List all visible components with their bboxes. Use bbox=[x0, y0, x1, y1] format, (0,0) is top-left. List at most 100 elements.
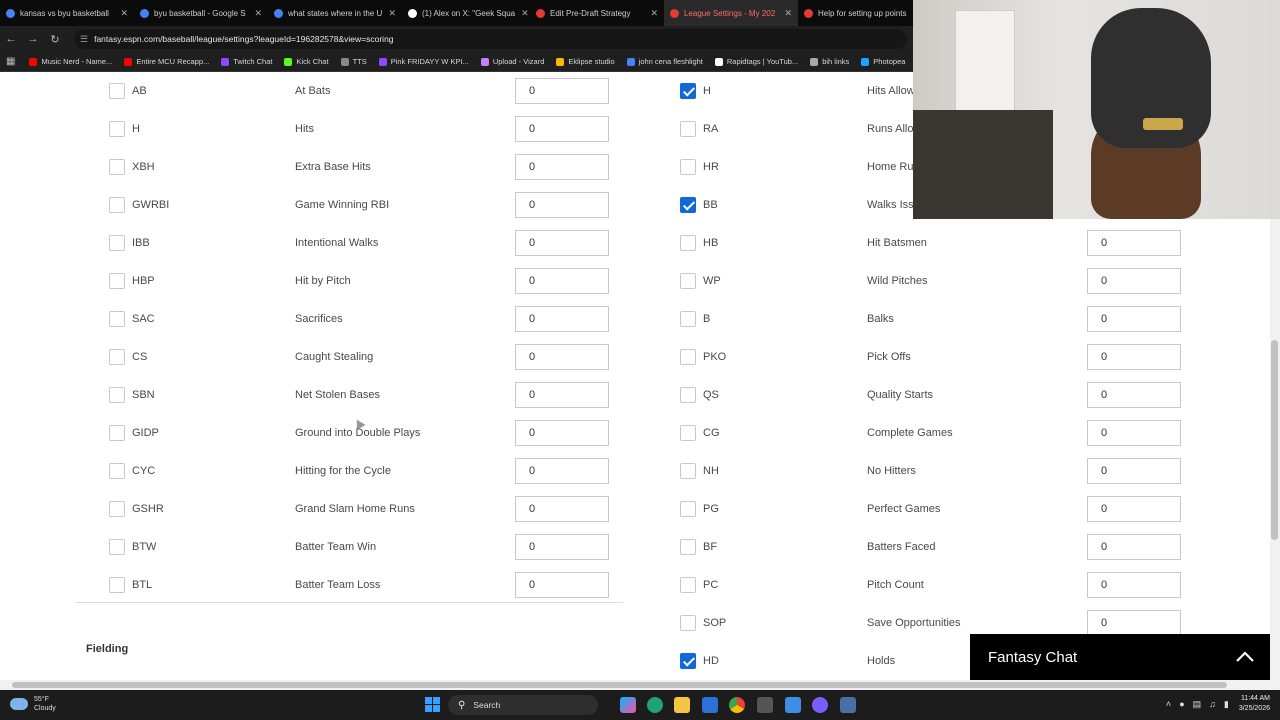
bookmark-item[interactable]: Upload - Vizard bbox=[480, 57, 545, 66]
stat-checkbox[interactable] bbox=[680, 121, 696, 137]
tab-close-icon[interactable]: ✕ bbox=[515, 8, 529, 19]
stat-name: Home Ru bbox=[867, 161, 914, 173]
store-icon[interactable] bbox=[702, 697, 718, 713]
edge-icon[interactable] bbox=[647, 697, 663, 713]
stat-checkbox[interactable] bbox=[680, 387, 696, 403]
monitor-icon[interactable] bbox=[840, 697, 856, 713]
points-input[interactable]: 0 bbox=[1087, 344, 1181, 370]
horizontal-scrollbar-thumb[interactable] bbox=[12, 682, 1227, 688]
stat-checkbox[interactable] bbox=[680, 349, 696, 365]
stat-checkbox[interactable] bbox=[680, 539, 696, 555]
network-icon[interactable]: ▤ bbox=[1193, 699, 1202, 710]
browser-tab[interactable]: Edit Pre-Draft Strategy ✕ bbox=[530, 0, 664, 26]
file-explorer-icon[interactable] bbox=[674, 697, 690, 713]
bookmarks-bar: ▦ Music Nerd - Name... Entire MCU Recapp.… bbox=[0, 52, 913, 72]
horizontal-scrollbar[interactable] bbox=[0, 680, 1280, 690]
stat-checkbox[interactable] bbox=[680, 159, 696, 175]
weather-temp: 55°F bbox=[34, 696, 49, 703]
points-input[interactable]: 0 bbox=[1087, 610, 1181, 636]
points-input[interactable]: 0 bbox=[1087, 230, 1181, 256]
clock-time: 11:44 AM bbox=[1240, 695, 1270, 702]
copilot-icon[interactable] bbox=[620, 697, 636, 713]
apps-icon[interactable]: ▦ bbox=[6, 56, 15, 67]
points-input[interactable]: 0 bbox=[1087, 382, 1181, 408]
stat-abbreviation: B bbox=[703, 313, 711, 325]
bookmark-item[interactable]: Eklipse studio bbox=[556, 57, 615, 66]
chrome-icon[interactable] bbox=[729, 697, 745, 713]
site-info-icon[interactable]: ☰ bbox=[80, 34, 88, 45]
browser-tab[interactable]: kansas vs byu basketball ✕ bbox=[0, 0, 134, 26]
bookmark-item[interactable]: Music Nerd - Name... bbox=[29, 57, 112, 66]
browser-tab[interactable]: Help for setting up points bbox=[798, 0, 913, 26]
tab-favicon-icon bbox=[274, 8, 283, 18]
chevron-up-icon[interactable] bbox=[1234, 646, 1256, 668]
tab-close-icon[interactable]: ✕ bbox=[644, 8, 658, 19]
browser-tab[interactable]: League Settings - My 202 ✕ bbox=[664, 0, 798, 26]
bookmark-item[interactable]: Entire MCU Recapp... bbox=[124, 57, 209, 66]
bookmark-label: Upload - Vizard bbox=[492, 57, 545, 66]
tab-close-icon[interactable]: ✕ bbox=[778, 8, 792, 19]
stat-checkbox[interactable] bbox=[680, 197, 696, 213]
stat-checkbox[interactable] bbox=[680, 577, 696, 593]
points-input[interactable]: 0 bbox=[1087, 534, 1181, 560]
bookmark-item[interactable]: Rapidtags | YouTub... bbox=[714, 57, 799, 66]
bookmark-favicon-icon bbox=[810, 57, 819, 66]
battery-icon[interactable]: ▮ bbox=[1224, 699, 1229, 710]
stat-abbreviation: PG bbox=[703, 503, 719, 515]
volume-icon[interactable]: ♫ bbox=[1209, 699, 1216, 709]
forward-icon[interactable]: → bbox=[22, 33, 44, 45]
bookmark-item[interactable]: Photopea bbox=[861, 57, 905, 66]
microphone-icon[interactable]: ● bbox=[1179, 699, 1184, 709]
bookmark-item[interactable]: Pink FRIDAYY W KPI... bbox=[378, 57, 469, 66]
fantasy-chat-bar[interactable]: Fantasy Chat bbox=[970, 634, 1270, 680]
url-field[interactable]: ☰ fantasy.espn.com/baseball/league/setti… bbox=[74, 29, 907, 49]
back-icon[interactable]: ← bbox=[0, 33, 22, 45]
tab-close-icon[interactable]: ✕ bbox=[382, 8, 396, 19]
points-input[interactable]: 0 bbox=[1087, 496, 1181, 522]
bookmark-label: Music Nerd - Name... bbox=[41, 57, 113, 66]
bookmark-item[interactable]: bih links bbox=[810, 57, 849, 66]
chevron-up-tray-icon[interactable]: ˄ bbox=[1166, 699, 1171, 709]
bookmark-item[interactable]: TTS bbox=[340, 57, 367, 66]
stat-checkbox[interactable] bbox=[680, 83, 696, 99]
taskbar-search[interactable]: ⚲ Search bbox=[448, 695, 598, 715]
vertical-scrollbar-thumb[interactable] bbox=[1271, 340, 1278, 540]
stat-name: Save Opportunities bbox=[867, 617, 961, 629]
stat-checkbox[interactable] bbox=[680, 653, 696, 669]
stat-checkbox[interactable] bbox=[680, 273, 696, 289]
browser-tab[interactable]: (1) Alex on X: "Geek Squa ✕ bbox=[402, 0, 530, 26]
bookmark-item[interactable]: john cena fleshlight bbox=[626, 57, 703, 66]
bookmark-label: Photopea bbox=[873, 57, 906, 66]
bookmark-item[interactable]: Kick Chat bbox=[284, 57, 329, 66]
points-input[interactable]: 0 bbox=[1087, 420, 1181, 446]
tab-close-icon[interactable]: ✕ bbox=[114, 8, 128, 19]
discord-icon[interactable] bbox=[812, 697, 828, 713]
stat-checkbox[interactable] bbox=[680, 501, 696, 517]
points-input[interactable]: 0 bbox=[1087, 306, 1181, 332]
bookmark-item[interactable]: Twitch Chat bbox=[221, 57, 272, 66]
webcam-overlay bbox=[913, 0, 1280, 219]
browser-tab[interactable]: byu basketball - Google S ✕ bbox=[134, 0, 268, 26]
search-icon: ⚲ bbox=[458, 699, 466, 711]
tab-favicon-icon bbox=[140, 8, 149, 18]
stat-checkbox[interactable] bbox=[680, 463, 696, 479]
bookmark-favicon-icon bbox=[284, 57, 293, 66]
weather-widget[interactable]: 55°F Cloudy bbox=[10, 695, 56, 713]
stat-name: Hit Batsmen bbox=[867, 237, 927, 249]
stat-checkbox[interactable] bbox=[680, 235, 696, 251]
notepad-icon[interactable] bbox=[785, 697, 801, 713]
app-icon[interactable] bbox=[757, 697, 773, 713]
bookmark-label: Rapidtags | YouTub... bbox=[726, 57, 799, 66]
tab-close-icon[interactable]: ✕ bbox=[248, 8, 262, 19]
clock[interactable]: 11:44 AM 3/25/2026 bbox=[1239, 694, 1270, 714]
points-input[interactable]: 0 bbox=[1087, 458, 1181, 484]
points-input[interactable]: 0 bbox=[1087, 268, 1181, 294]
windows-start-icon[interactable] bbox=[425, 697, 440, 712]
stat-checkbox[interactable] bbox=[680, 311, 696, 327]
stat-checkbox[interactable] bbox=[680, 615, 696, 631]
browser-tab[interactable]: what states where in the U ✕ bbox=[268, 0, 402, 26]
reload-icon[interactable]: ↻ bbox=[44, 33, 66, 46]
pitching-stat-row: NH No Hitters 0 bbox=[0, 452, 1270, 490]
points-input[interactable]: 0 bbox=[1087, 572, 1181, 598]
stat-checkbox[interactable] bbox=[680, 425, 696, 441]
